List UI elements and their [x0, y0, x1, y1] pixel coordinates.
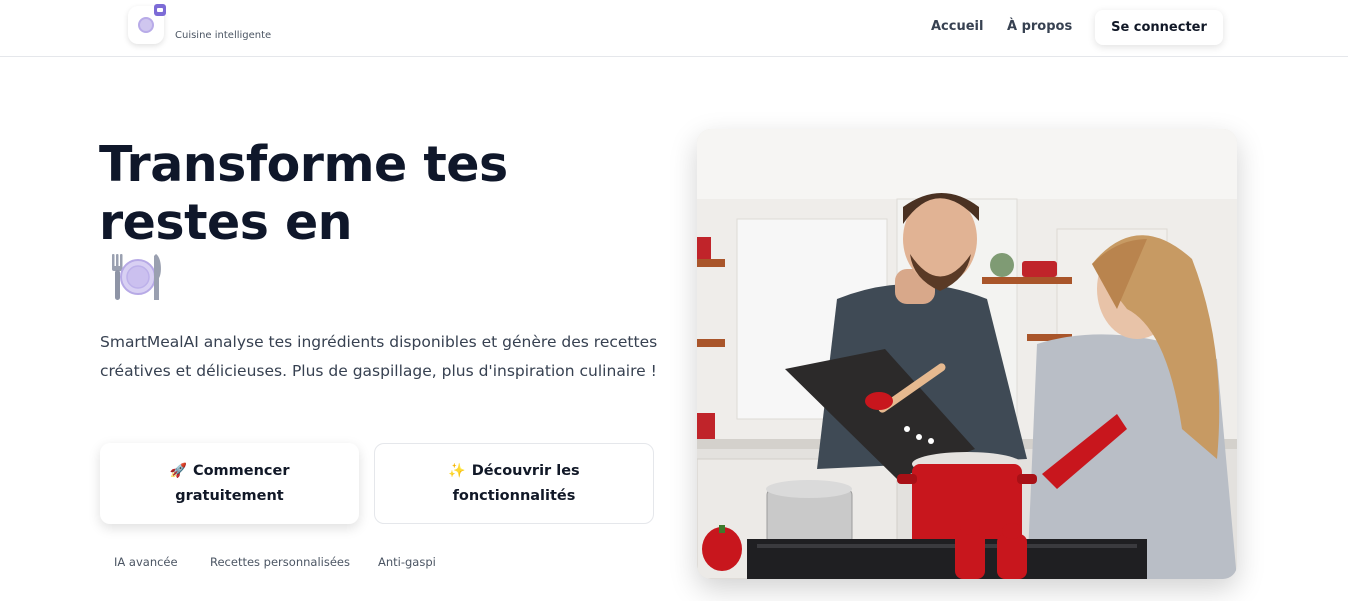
feature-tag-anti-waste: Anti-gaspi [378, 555, 436, 569]
hero-description: SmartMealAI analyse tes ingrédients disp… [100, 333, 658, 380]
discover-label-line1: Découvrir les [471, 462, 580, 479]
feature-tag-ai: IA avancée [114, 555, 178, 569]
login-button[interactable]: Se connecter [1095, 10, 1223, 45]
feature-tag-recipes: Recettes personnalisées [210, 555, 350, 569]
sparkles-icon: ✨ [448, 462, 466, 479]
plate-icon [138, 17, 154, 33]
discover-label-line2: fonctionnalités [452, 487, 576, 504]
top-navbar: Cuisine intelligente Accueil À propos Se… [0, 0, 1348, 57]
rocket-icon: 🚀 [169, 462, 187, 479]
discover-features-button[interactable]: ✨ Découvrir les fonctionnalités [374, 443, 654, 524]
start-free-button[interactable]: 🚀 Commencer gratuitement [100, 443, 359, 524]
hero-cooking-photo [697, 129, 1237, 579]
start-free-label-line2: gratuitement [175, 487, 284, 504]
nav-link-about[interactable]: À propos [1007, 19, 1072, 34]
start-free-label-line1: Commencer [192, 462, 290, 479]
robot-badge-icon [154, 4, 166, 16]
brand-tagline: Cuisine intelligente [175, 30, 272, 41]
fork-knife-plate-icon [108, 252, 164, 302]
hero-title: Transforme tes restes en [99, 136, 508, 251]
nav-link-home[interactable]: Accueil [931, 19, 983, 34]
